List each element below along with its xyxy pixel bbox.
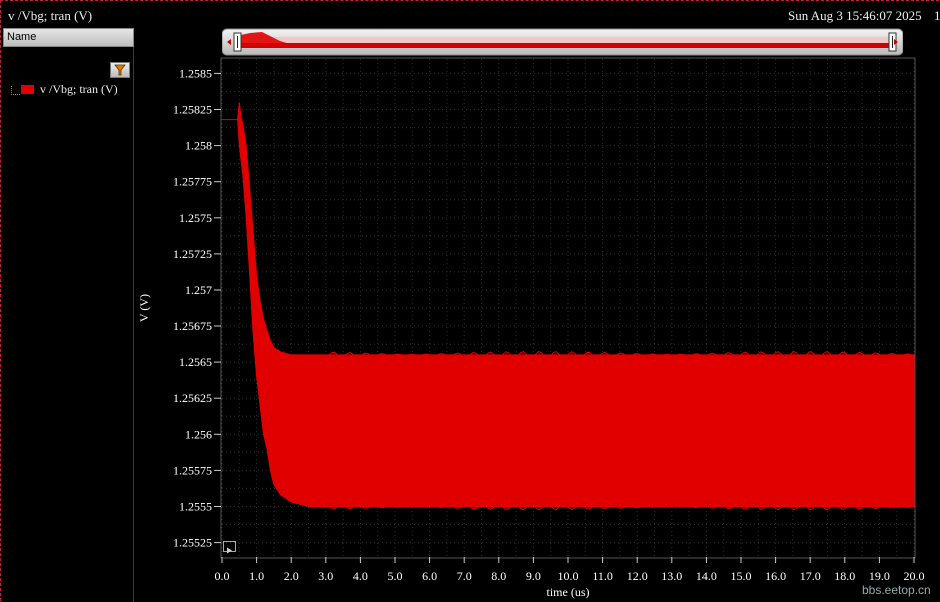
x-tick-label: 18.0	[834, 569, 855, 583]
x-tick-label: 11.0	[592, 569, 613, 583]
y-tick-label: 1.25825	[173, 103, 212, 117]
x-tick-label: 15.0	[731, 569, 752, 583]
x-tick-label: 10.0	[558, 569, 579, 583]
y-tick-label: 1.25525	[173, 536, 212, 550]
x-tick-label: 17.0	[800, 569, 821, 583]
y-tick-label: 1.257	[185, 283, 212, 297]
x-tick-label: 8.0	[491, 569, 506, 583]
y-tick-label: 1.2555	[179, 500, 212, 514]
x-tick-label: 4.0	[353, 569, 368, 583]
y-tick-label: 1.25775	[173, 175, 212, 189]
x-tick-label: 3.0	[318, 569, 333, 583]
x-tick-label: 19.0	[869, 569, 890, 583]
x-tick-label: 7.0	[457, 569, 472, 583]
play-icon	[227, 547, 232, 554]
x-tick-label: 12.0	[627, 569, 648, 583]
x-axis-ticks: 0.0 1.0 2.0 3.0 4.0 5.0 6.0 7.0 8.0 9.0 10.0 11.0 12…	[215, 557, 925, 583]
y-tick-label: 1.25575	[173, 463, 212, 477]
x-tick-label: 5.0	[388, 569, 403, 583]
y-tick-label: 1.258	[185, 139, 212, 153]
x-tick-label: 16.0	[765, 569, 786, 583]
y-tick-label: 1.2565	[179, 355, 212, 369]
x-axis-label: time (us)	[547, 585, 590, 599]
x-tick-label: 14.0	[696, 569, 717, 583]
play-button[interactable]	[223, 541, 236, 554]
y-tick-label: 1.25675	[173, 319, 212, 333]
x-tick-label: 6.0	[422, 569, 437, 583]
y-axis-ticks: 1.25525 1.2555 1.25575 1.256 1.25625 1.2565 1.…	[173, 66, 221, 550]
waveform-plot[interactable]: 1.25525 1.2555 1.25575 1.256 1.25625 1.2565 1.…	[0, 0, 940, 602]
x-tick-label: 0.0	[215, 569, 230, 583]
y-tick-label: 1.2585	[179, 66, 212, 80]
x-tick-label: 2.0	[284, 569, 299, 583]
x-tick-label: 9.0	[526, 569, 541, 583]
y-tick-label: 1.25625	[173, 391, 212, 405]
y-tick-label: 1.25725	[173, 247, 212, 261]
x-tick-label: 1.0	[249, 569, 264, 583]
y-tick-label: 1.2575	[179, 211, 212, 225]
x-tick-label: 13.0	[661, 569, 682, 583]
y-tick-label: 1.256	[185, 427, 212, 441]
x-tick-label: 20.0	[904, 569, 925, 583]
watermark: bbs.eetop.cn	[862, 583, 931, 597]
y-axis-label: V (V)	[137, 294, 151, 322]
